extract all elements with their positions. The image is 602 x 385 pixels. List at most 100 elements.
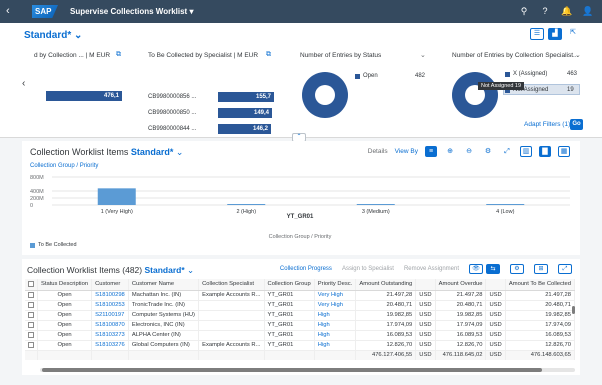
- card2-bar[interactable]: 149,4: [218, 107, 272, 118]
- column-header[interactable]: [415, 279, 436, 291]
- card-link-icon[interactable]: ⧉: [266, 51, 271, 59]
- row-select[interactable]: [25, 340, 38, 351]
- table-settings-icon[interactable]: ⚙: [510, 264, 524, 274]
- card2-bar[interactable]: 155,7: [218, 91, 274, 102]
- column-header[interactable]: Amount Overdue: [435, 279, 487, 291]
- go-button[interactable]: Go: [570, 119, 583, 130]
- column-header[interactable]: Priority Desc.: [314, 279, 357, 291]
- chart-legend[interactable]: To Be Collected: [30, 242, 77, 248]
- horizontal-scrollbar[interactable]: [40, 368, 575, 372]
- carousel-left-icon[interactable]: ‹: [22, 78, 25, 89]
- chevron-down-icon[interactable]: ⌄: [420, 51, 426, 59]
- vertical-scrollbar[interactable]: [572, 306, 575, 314]
- column-header[interactable]: Customer Name: [128, 279, 200, 291]
- chevron-down-icon[interactable]: ⌄: [187, 265, 194, 275]
- row-select[interactable]: [25, 320, 38, 331]
- swap-icon[interactable]: ⇆: [486, 264, 500, 274]
- remove-assignment-button[interactable]: Remove Assignment: [404, 266, 459, 272]
- table-cell[interactable]: S18100298: [91, 290, 129, 301]
- legend-item[interactable]: X (Assigned) 463: [505, 71, 577, 77]
- specialist-donut[interactable]: [452, 72, 498, 118]
- chart-bar[interactable]: [97, 188, 136, 205]
- column-header[interactable]: Amount Outstanding: [355, 279, 417, 291]
- card2-bar[interactable]: 146,2: [218, 123, 271, 134]
- adapt-filters-link[interactable]: Adapt Filters (1): [524, 121, 570, 128]
- checkbox[interactable]: [28, 291, 34, 298]
- card-entries-by-specialist[interactable]: Number of Entries by Collection Speciali…: [452, 52, 582, 59]
- app-title[interactable]: Supervise Collections Worklist ▾: [70, 7, 193, 16]
- table-row[interactable]: Open S18103273 ALPHA Center (IN) YT_GR01 Hig…: [25, 330, 576, 341]
- checkbox[interactable]: [28, 280, 34, 287]
- table-row[interactable]: Open S18100298 Machattan Inc. (IN) Example …: [25, 290, 576, 301]
- table-cell[interactable]: S18100253: [91, 300, 129, 311]
- chart-bar[interactable]: [356, 204, 395, 205]
- caret-down-icon[interactable]: ▾: [189, 7, 193, 16]
- card-title: Number of Entries by Status: [300, 52, 382, 59]
- series-group-label: YT_GR01: [286, 214, 314, 220]
- card-entries-by-status[interactable]: Number of Entries by Status ⌄: [300, 52, 430, 59]
- checkbox[interactable]: [28, 321, 34, 328]
- help-icon[interactable]: ?: [540, 5, 550, 17]
- table-cell: 20.480,71: [505, 300, 576, 311]
- column-header[interactable]: Collection Group: [264, 279, 315, 291]
- chart-bar[interactable]: [486, 204, 525, 205]
- table-cell: USD: [485, 290, 506, 301]
- column-header[interactable]: Customer: [91, 279, 129, 291]
- share-icon[interactable]: ⇱: [566, 28, 580, 40]
- table-variant-selector[interactable]: Standard*: [144, 265, 184, 275]
- chevron-down-icon[interactable]: ⌄: [74, 30, 82, 41]
- chart-bar[interactable]: [227, 204, 266, 205]
- table-row[interactable]: Open S18100870 Electronics, INC (IN) YT_GR0…: [25, 320, 576, 331]
- card2-bar-row[interactable]: CB9980000844 ... 146,2: [148, 123, 271, 134]
- table-cell[interactable]: S18103273: [91, 330, 129, 341]
- card-to-be-collected-by-specialist[interactable]: To Be Collected by Specialist | M EUR ⧉: [148, 51, 274, 59]
- table-cell[interactable]: S21100197: [91, 310, 129, 321]
- card1-bar[interactable]: 476,1: [46, 90, 122, 101]
- table-row[interactable]: Open S18103276 Global Computers (IN) Exampl…: [25, 340, 576, 351]
- y-tick-label: 0: [30, 203, 33, 209]
- table-cell[interactable]: S18100870: [91, 320, 129, 331]
- search-icon[interactable]: ⚲: [519, 5, 529, 17]
- visual-filter-icon[interactable]: ▟: [548, 28, 562, 40]
- assign-to-specialist-button[interactable]: Assign to Specialist: [342, 266, 394, 272]
- scrollbar-thumb[interactable]: [42, 368, 542, 372]
- row-select[interactable]: [25, 310, 38, 321]
- card2-bar-row[interactable]: CB9980000856 ... 155,7: [148, 91, 274, 102]
- checkbox[interactable]: [28, 311, 34, 318]
- checkbox[interactable]: [28, 341, 34, 348]
- status-donut[interactable]: [302, 72, 348, 118]
- legend-swatch: [30, 242, 35, 248]
- filter-list-icon[interactable]: ☰: [530, 28, 544, 40]
- row-select[interactable]: [25, 300, 38, 311]
- table-row[interactable]: Open S18100253 TronicTrade Inc. (IN) YT_GR0…: [25, 300, 576, 311]
- checkbox[interactable]: [28, 301, 34, 308]
- export-icon[interactable]: ⊞: [534, 264, 548, 274]
- table-cell: YT_GR01: [264, 340, 315, 351]
- row-select[interactable]: [25, 330, 38, 341]
- checkbox[interactable]: [28, 331, 34, 338]
- column-header[interactable]: Status Description: [37, 279, 93, 291]
- card1-bar-row[interactable]: 476,1: [46, 90, 122, 101]
- variant-selector[interactable]: Standard* ⌄: [24, 30, 82, 41]
- table-header-row: Status Description Customer Customer Nam…: [25, 279, 576, 291]
- row-select[interactable]: [25, 290, 38, 301]
- table-cell[interactable]: S18103276: [91, 340, 129, 351]
- chevron-down-icon[interactable]: ⌄: [575, 51, 581, 59]
- legend-item[interactable]: Open 482: [355, 73, 425, 79]
- fullscreen-icon[interactable]: ⤢: [558, 264, 572, 274]
- select-all-checkbox[interactable]: [25, 279, 38, 291]
- column-header[interactable]: [485, 279, 506, 291]
- card2-bar-row[interactable]: CB9980000850 ... 149,4: [148, 107, 272, 118]
- back-icon[interactable]: ‹: [6, 5, 10, 17]
- show-icon[interactable]: 👁: [469, 264, 483, 274]
- table-cell: YT_GR01: [264, 290, 315, 301]
- card-link-icon[interactable]: ⧉: [116, 51, 121, 59]
- collection-progress-button[interactable]: Collection Progress: [280, 266, 332, 272]
- table-cell: 12.826,70: [435, 340, 487, 351]
- column-header[interactable]: Amount To Be Collected: [505, 279, 576, 291]
- user-icon[interactable]: 👤: [582, 5, 593, 17]
- table-row[interactable]: Open S21100197 Computer Systems (HU) YT_GR0…: [25, 310, 576, 321]
- column-header[interactable]: Collection Specialist: [198, 279, 265, 291]
- notifications-icon[interactable]: 🔔: [561, 5, 572, 17]
- card-collection-group[interactable]: d by Collection ... | M EUR ⧉: [34, 51, 122, 59]
